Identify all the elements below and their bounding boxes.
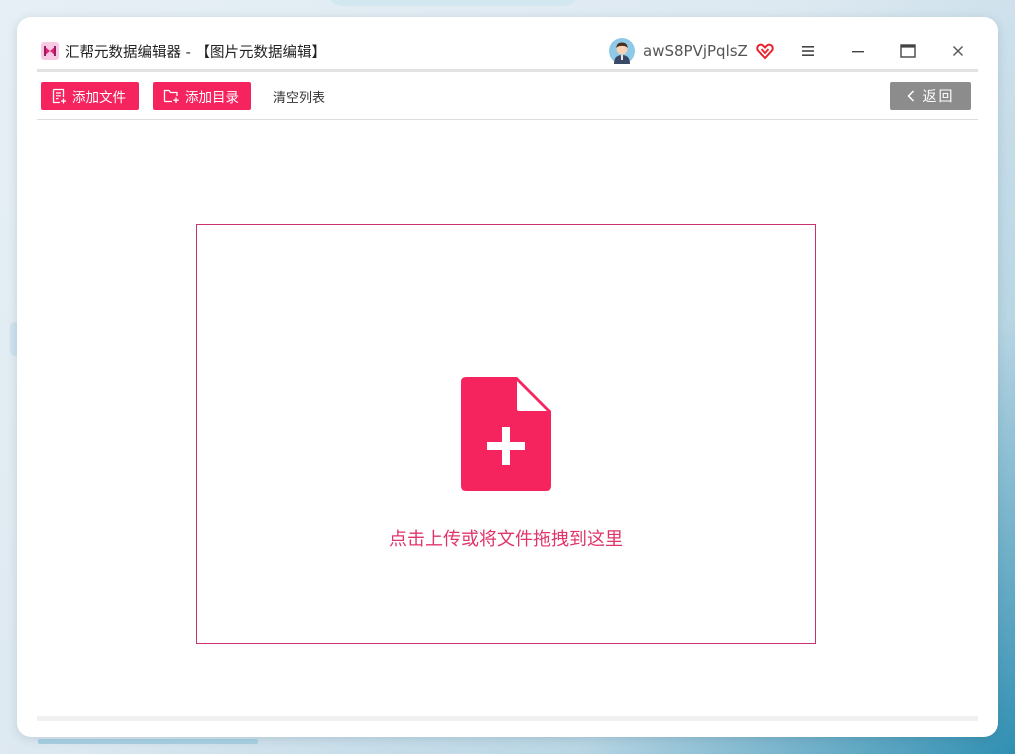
chevron-left-icon (906, 90, 914, 102)
menu-icon (802, 46, 814, 56)
close-button[interactable] (938, 33, 978, 69)
menu-button[interactable] (788, 33, 828, 69)
desktop-background-shape (328, 0, 578, 6)
minimize-icon (852, 51, 864, 53)
back-button[interactable]: 返回 (890, 82, 971, 110)
main-content: 点击上传或将文件拖拽到这里 (37, 120, 978, 716)
user-info[interactable]: awS8PVjPqlsZ (609, 33, 774, 69)
add-folder-button[interactable]: 添加目录 (153, 82, 251, 110)
drop-zone-hint: 点击上传或将文件拖拽到这里 (389, 529, 623, 550)
user-avatar[interactable] (609, 38, 635, 64)
vip-heart-icon[interactable] (756, 42, 774, 60)
close-icon (953, 46, 963, 56)
minimize-button[interactable] (838, 33, 878, 69)
window-title: 汇帮元数据编辑器 - 【图片元数据编辑】 (65, 44, 326, 61)
file-drop-zone[interactable]: 点击上传或将文件拖拽到这里 (196, 224, 816, 644)
maximize-icon (900, 44, 916, 58)
add-file-icon (52, 88, 66, 104)
desktop-background-shape (38, 739, 258, 744)
app-window: 汇帮元数据编辑器 - 【图片元数据编辑】 awS8PVjPqlsZ 添加文件 添… (17, 17, 998, 737)
title-bar-divider (37, 69, 978, 72)
clear-list-label: 清空列表 (273, 90, 326, 106)
title-bar: 汇帮元数据编辑器 - 【图片元数据编辑】 awS8PVjPqlsZ (37, 33, 978, 69)
file-plus-icon (461, 377, 551, 491)
clear-list-button[interactable]: 清空列表 (273, 82, 325, 110)
maximize-button[interactable] (888, 33, 928, 69)
add-file-button[interactable]: 添加文件 (41, 82, 139, 110)
status-strip (37, 716, 978, 721)
app-logo (41, 42, 59, 60)
add-folder-icon (163, 89, 179, 103)
add-file-label: 添加文件 (72, 90, 126, 106)
toolbar: 添加文件 添加目录 清空列表 返回 (37, 73, 978, 120)
back-label: 返回 (922, 89, 955, 105)
add-folder-label: 添加目录 (185, 90, 239, 106)
username: awS8PVjPqlsZ (643, 42, 748, 60)
